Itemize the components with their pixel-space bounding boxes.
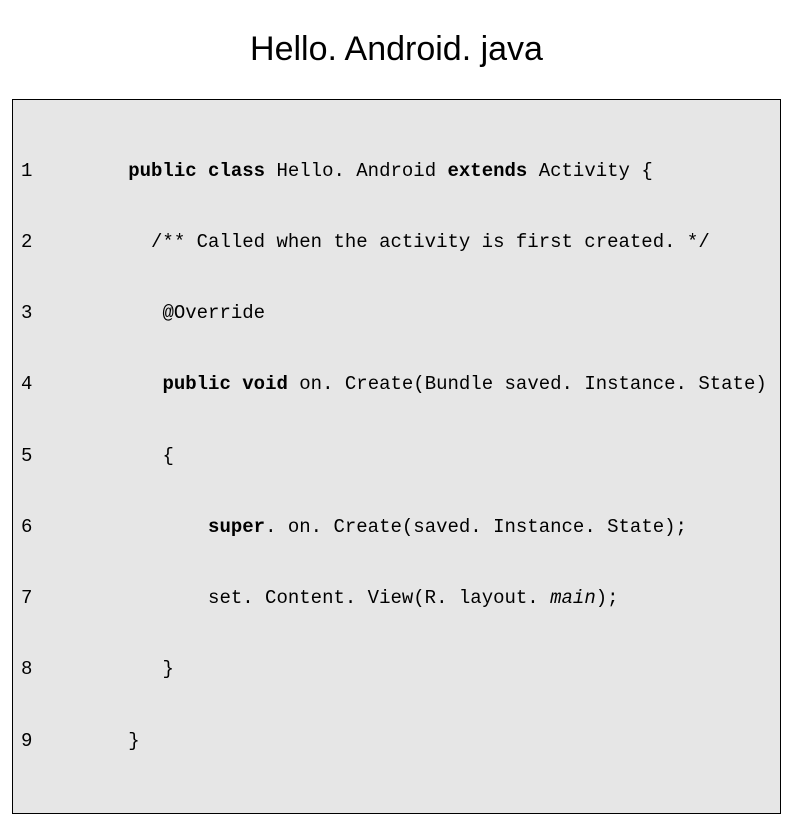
keyword: super [208, 516, 265, 538]
line-number: 7 [21, 587, 112, 611]
code-line: @Override [128, 302, 767, 326]
line-number: 3 [21, 302, 112, 326]
keyword: extends [448, 160, 528, 182]
code-line: public class Hello. Android extends Acti… [128, 160, 767, 184]
line-number: 1 [21, 160, 112, 184]
code-text: on. Create(Bundle saved. Instance. State… [288, 373, 767, 395]
italic-text: main [550, 587, 596, 609]
keyword: public [128, 160, 196, 182]
code-line: public void on. Create(Bundle saved. Ins… [128, 373, 767, 397]
keyword: void [242, 373, 288, 395]
code-line: /** Called when the activity is first cr… [128, 231, 767, 255]
code-text: ); [596, 587, 619, 609]
line-number: 2 [21, 231, 112, 255]
line-number: 6 [21, 516, 112, 540]
line-number: 8 [21, 658, 112, 682]
keyword: class [208, 160, 265, 182]
code-text [128, 516, 208, 538]
code-line: } [128, 730, 767, 754]
line-number-gutter: 1 2 3 4 5 6 7 8 9 [13, 100, 120, 813]
code-line: set. Content. View(R. layout. main); [128, 587, 767, 611]
code-text: Activity { [527, 160, 652, 182]
code-text [128, 587, 208, 609]
code-block: 1 2 3 4 5 6 7 8 9 public class Hello. An… [12, 99, 781, 814]
code-text [128, 373, 162, 395]
code-table: 1 2 3 4 5 6 7 8 9 public class Hello. An… [13, 100, 775, 813]
code-text: set. Content. View(R. layout. [208, 587, 550, 609]
code-content: public class Hello. Android extends Acti… [120, 100, 775, 813]
page-title: Hello. Android. java [0, 30, 793, 69]
keyword: public [162, 373, 230, 395]
code-text: Hello. Android [265, 160, 447, 182]
line-number: 4 [21, 373, 112, 397]
code-line: super. on. Create(saved. Instance. State… [128, 516, 767, 540]
code-line: { [128, 445, 767, 469]
line-number: 9 [21, 730, 112, 754]
code-text: . on. Create(saved. Instance. State); [265, 516, 687, 538]
line-number: 5 [21, 445, 112, 469]
code-line: } [128, 658, 767, 682]
